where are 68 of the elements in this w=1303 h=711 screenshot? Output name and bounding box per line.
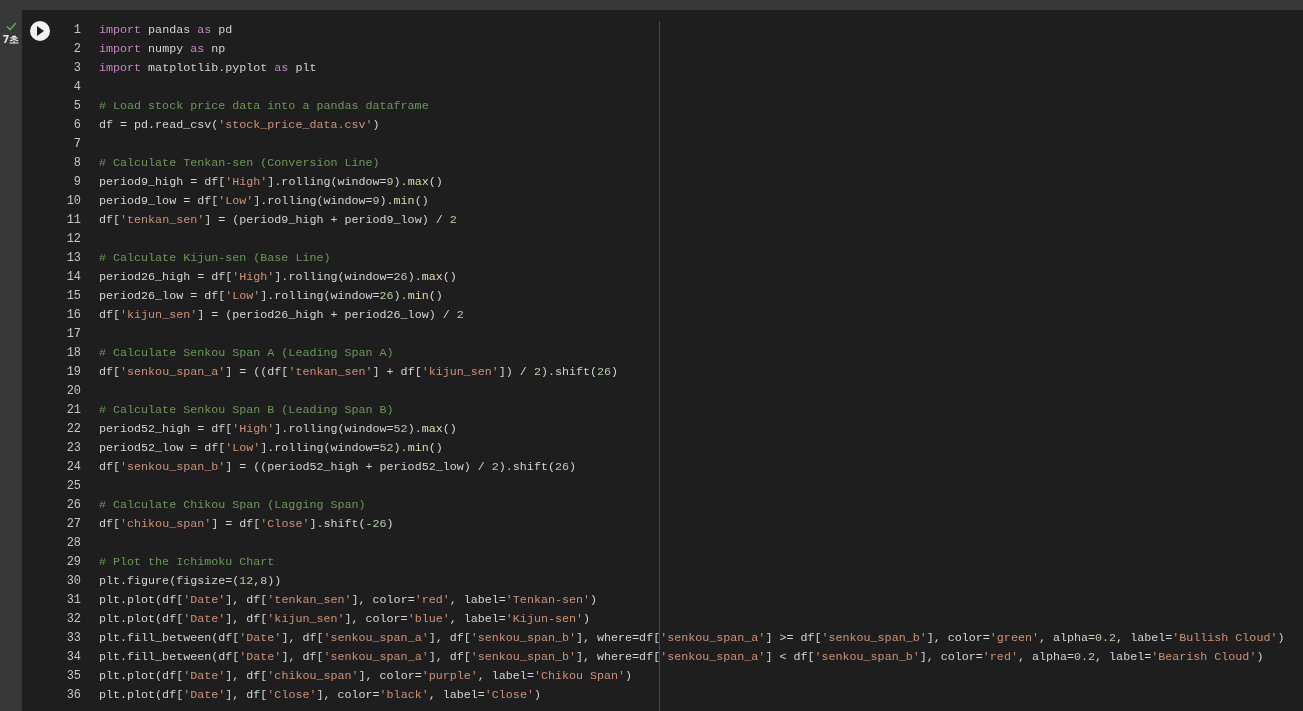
code-line: df['kijun_sen'] = (period26_high + period26_low) / 2	[99, 307, 464, 324]
line-number: 16	[65, 307, 81, 324]
line-number: 11	[65, 212, 81, 229]
line-number: 8	[72, 155, 81, 172]
line-number: 5	[72, 98, 81, 115]
code-line: df = pd.read_csv('stock_price_data.csv')	[99, 117, 380, 134]
run-button[interactable]	[30, 21, 50, 41]
code-line: # Calculate Tenkan-sen (Conversion Line)	[99, 155, 380, 172]
line-number: 33	[65, 630, 81, 647]
line-number: 32	[65, 611, 81, 628]
line-number: 10	[65, 193, 81, 210]
code-line: period9_high = df['High'].rolling(window=9).max()	[99, 174, 443, 191]
code-line: df['senkou_span_b'] = ((period52_high + period52_low) / 2).shift(26)	[99, 459, 576, 476]
code-line: plt.figure(figsize=(12,8))	[99, 573, 282, 590]
code-line: import numpy as np	[99, 41, 226, 58]
line-number: 19	[65, 364, 81, 381]
line-number: 23	[65, 440, 81, 457]
line-number: 30	[65, 573, 81, 590]
code-line: period52_low = df['Low'].rolling(window=52).min()	[99, 440, 443, 457]
code-line: # Calculate Senkou Span B (Leading Span B)	[99, 402, 394, 419]
code-line: plt.plot(df['Date'], df['tenkan_sen'], color='red', label='Tenkan-sen')	[99, 592, 598, 609]
line-number: 25	[65, 478, 81, 495]
code-line: plt.plot(df['Date'], df['chikou_span'], color='purple', label='Chikou Span')	[99, 668, 633, 685]
line-number: 12	[65, 231, 81, 248]
line-number: 13	[65, 250, 81, 267]
code-line: # Load stock price data into a pandas dataframe	[99, 98, 429, 115]
line-number: 35	[65, 668, 81, 685]
code-line: # Plot the Ichimoku Chart	[99, 554, 275, 571]
line-number: 24	[65, 459, 81, 476]
line-number: 3	[72, 60, 81, 77]
line-number: 9	[72, 174, 81, 191]
line-number: 18	[65, 345, 81, 362]
line-number: 2	[72, 41, 81, 58]
code-line: plt.plot(df['Date'], df['kijun_sen'], color='blue', label='Kijun-sen')	[99, 611, 590, 628]
code-line: plt.plot(df['Date'], df['Close'], color='black', label='Close')	[99, 687, 541, 704]
line-number: 21	[65, 402, 81, 419]
line-number: 34	[65, 649, 81, 666]
code-line: # Calculate Chikou Span (Lagging Span)	[99, 497, 366, 514]
line-number: 6	[72, 117, 81, 134]
code-line: period52_high = df['High'].rolling(window=52).max()	[99, 421, 457, 438]
line-number: 31	[65, 592, 81, 609]
code-line: plt.fill_between(df['Date'], df['senkou_span_a'], df['senkou_span_b'], where=df['senkou_span_a'] >= df['senkou_span_b'], color='green', alpha=0.2, label='Bullish Cloud')	[99, 630, 1285, 647]
code-line: df['chikou_span'] = df['Close'].shift(-26)	[99, 516, 394, 533]
code-line: import pandas as pd	[99, 22, 233, 39]
line-number: 29	[65, 554, 81, 571]
code-line: plt.fill_between(df['Date'], df['senkou_span_a'], df['senkou_span_b'], where=df['senkou_span_a'] < df['senkou_span_b'], color='red', alpha=0.2, label='Bearish Cloud')	[99, 649, 1264, 666]
line-number: 4	[72, 79, 81, 96]
line-number: 14	[65, 269, 81, 286]
line-number: 17	[65, 326, 81, 343]
line-number: 36	[65, 687, 81, 704]
code-line: df['senkou_span_a'] = ((df['tenkan_sen'] + df['kijun_sen']) / 2).shift(26)	[99, 364, 619, 381]
line-number: 1	[72, 22, 81, 39]
line-number: 27	[65, 516, 81, 533]
code-line: df['tenkan_sen'] = (period9_high + period9_low) / 2	[99, 212, 457, 229]
line-number: 7	[72, 136, 81, 153]
play-icon	[36, 26, 44, 36]
code-line: period26_low = df['Low'].rolling(window=26).min()	[99, 288, 443, 305]
code-line: # Calculate Kijun-sen (Base Line)	[99, 250, 331, 267]
code-line: period9_low = df['Low'].rolling(window=9).min()	[99, 193, 429, 210]
run-duration: 7초	[2, 33, 20, 47]
line-number: 26	[65, 497, 81, 514]
line-number: 20	[65, 383, 81, 400]
line-number: 22	[65, 421, 81, 438]
code-line: # Calculate Senkou Span A (Leading Span A)	[99, 345, 394, 362]
line-number: 15	[65, 288, 81, 305]
code-line: import matplotlib.pyplot as plt	[99, 60, 317, 77]
line-number: 28	[65, 535, 81, 552]
code-line: period26_high = df['High'].rolling(window=26).max()	[99, 269, 457, 286]
